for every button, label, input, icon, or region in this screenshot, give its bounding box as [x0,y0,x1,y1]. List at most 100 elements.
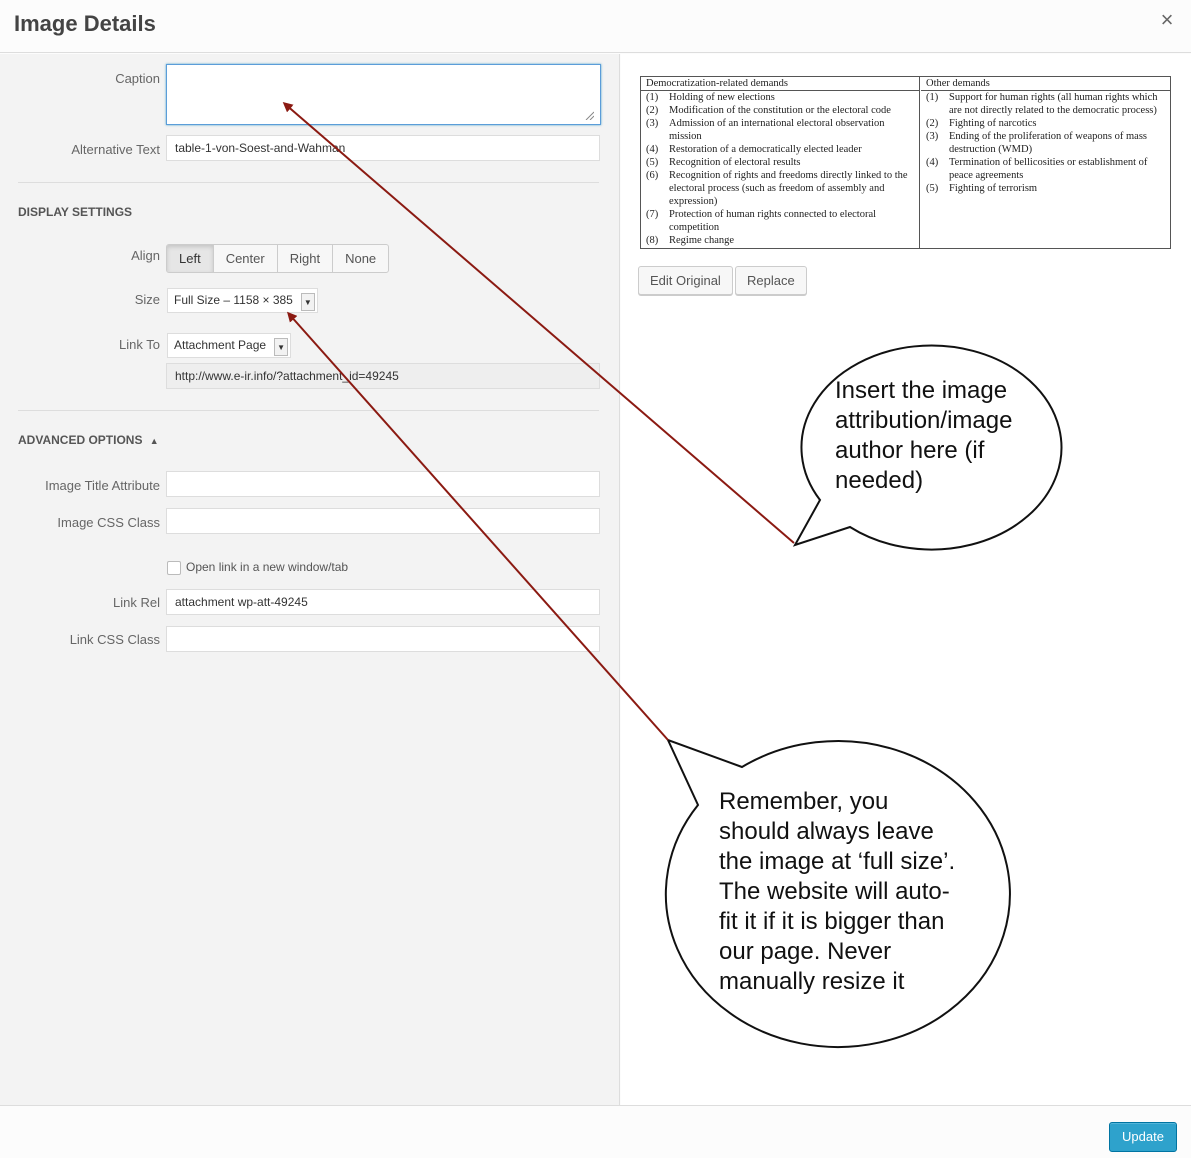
size-select[interactable]: Full Size – 1158 × 385 ▼ [167,288,318,313]
preview-list-item: (2) Fighting of narcotics [921,117,1171,130]
annotation-bubble-full-size: Remember, you should always leave the im… [719,787,955,997]
preview-item-text: Recognition of rights and freedoms direc… [669,170,908,207]
bubble-line: fit it if it is bigger than [719,908,945,935]
bubble-line: the image at ‘full size’. [719,848,956,875]
link-url-field[interactable]: http://www.e-ir.info/?attachment_id=4924… [166,363,600,389]
preview-item-number: (8) [646,235,659,246]
preview-item-number: (6) [646,170,659,181]
title-attr-input[interactable] [166,471,600,497]
link-to-select-value: Attachment Page [174,338,267,352]
divider [18,410,599,411]
preview-item-text: Protection of human rights connected to … [669,209,877,233]
preview-item-text: Holding of new elections [669,92,775,103]
update-button[interactable]: Update [1109,1122,1177,1152]
preview-item-number: (4) [926,157,939,168]
bubble-line: manually resize it [719,968,905,995]
preview-item-text: Support for human rights (all human righ… [949,92,1158,116]
preview-item-number: (7) [646,209,659,220]
preview-left-header: Democratization-related demands [641,77,919,91]
preview-item-text: Regime change [669,235,735,246]
preview-item-number: (2) [646,105,659,116]
bubble-line: author here (if [835,437,985,464]
modal-footer: Update [0,1105,1191,1158]
preview-right-list: (1) Support for human rights (all human r… [921,91,1171,195]
align-button-group: Left Center Right None [166,244,390,273]
preview-left-list: (1) Holding of new elections (2) Modificati… [641,91,919,247]
preview-left-column: Democratization-related demands (1) Holdi… [641,77,920,248]
advanced-options-toggle[interactable]: ADVANCED OPTIONS ▲ [18,433,159,447]
preview-list-item: (5) Fighting of terrorism [921,182,1171,195]
preview-item-text: Fighting of terrorism [949,183,1038,194]
preview-item-text: Admission of an international electoral … [669,118,885,142]
link-css-class-input[interactable] [166,626,600,652]
preview-item-text: Modification of the constitution or the … [669,105,891,116]
align-left-button[interactable]: Left [167,245,214,272]
preview-item-text: Restoration of a democratically elected … [669,144,862,155]
link-to-select[interactable]: Attachment Page ▼ [167,333,292,358]
bubble-line: attribution/image [835,407,1013,434]
link-css-class-label: Link CSS Class [69,632,160,647]
caption-textarea[interactable] [166,64,601,125]
preview-item-number: (3) [926,131,939,142]
new-window-checkbox[interactable] [167,561,181,575]
divider [18,182,599,183]
image-preview: Democratization-related demands (1) Holdi… [640,76,1171,249]
preview-list-item: (1) Holding of new elections [641,91,919,104]
align-label: Align [131,248,160,263]
caption-label: Caption [115,71,160,86]
image-css-class-label: Image CSS Class [57,515,160,530]
preview-right-header: Other demands [921,77,1171,91]
preview-list-item: (3) Admission of an international elector… [641,117,919,143]
triangle-up-icon: ▲ [149,436,159,446]
modal-title: Image Details [14,11,156,36]
preview-list-item: (2) Modification of the constitution or t… [641,104,919,117]
preview-item-number: (5) [926,183,939,194]
preview-list-item: (1) Support for human rights (all human r… [921,91,1171,117]
new-window-label[interactable]: Open link in a new window/tab [186,560,348,574]
settings-panel: Caption Alternative Text table-1-von-Soe… [0,54,620,1105]
bubble-line: The website will auto- [719,878,950,905]
preview-item-text: Fighting of narcotics [949,118,1037,129]
preview-list-item: (7) Protection of human rights connected … [641,208,919,234]
preview-list-item: (4) Termination of bellicosities or estab… [921,156,1171,182]
close-icon[interactable]: × [1155,8,1179,32]
preview-list-item: (3) Ending of the proliferation of weapon… [921,130,1171,156]
image-css-class-input[interactable] [166,508,600,534]
modal-header: Image Details × [0,0,1191,53]
preview-list-item: (6) Recognition of rights and freedoms di… [641,169,919,208]
preview-item-number: (2) [926,118,939,129]
title-attr-label: Image Title Attribute [45,478,160,493]
alt-text-label: Alternative Text [71,142,160,157]
replace-button[interactable]: Replace [735,266,807,295]
bubble-line: needed) [835,467,924,494]
bubble-line: our page. Never [719,938,892,965]
size-label: Size [134,292,160,307]
advanced-options-heading: ADVANCED OPTIONS [18,433,143,447]
align-center-button[interactable]: Center [214,245,278,272]
link-rel-input[interactable]: attachment wp-att-49245 [166,589,600,615]
preview-item-number: (1) [926,92,939,103]
preview-item-text: Recognition of electoral results [669,157,801,168]
bubble-line: Remember, you [719,788,889,815]
preview-list-item: (5) Recognition of electoral results [641,156,919,169]
align-none-button[interactable]: None [333,245,388,272]
display-settings-heading: DISPLAY SETTINGS [18,205,133,219]
preview-item-number: (3) [646,118,659,129]
size-select-value: Full Size – 1158 × 385 [174,293,293,307]
bubble-line: should always leave [719,818,934,845]
chevron-down-icon[interactable]: ▼ [274,338,289,356]
preview-item-number: (5) [646,157,659,168]
align-right-button[interactable]: Right [278,245,334,272]
annotation-bubble-attribution: Insert the image attribution/image autho… [835,376,1012,496]
link-rel-label: Link Rel [113,595,160,610]
chevron-down-icon[interactable]: ▼ [300,293,315,311]
preview-list-item: (4) Restoration of a democratically elect… [641,143,919,156]
edit-original-button[interactable]: Edit Original [638,266,733,295]
preview-right-column: Other demands (1) Support for human right… [921,77,1171,248]
alt-text-input[interactable]: table-1-von-Soest-and-Wahman [166,135,600,161]
preview-item-text: Ending of the proliferation of weapons o… [949,131,1147,155]
preview-list-item: (8) Regime change [641,234,919,247]
resize-grip-icon[interactable] [584,110,594,120]
bubble-line: Insert the image [835,377,1008,404]
preview-item-number: (4) [646,144,659,155]
